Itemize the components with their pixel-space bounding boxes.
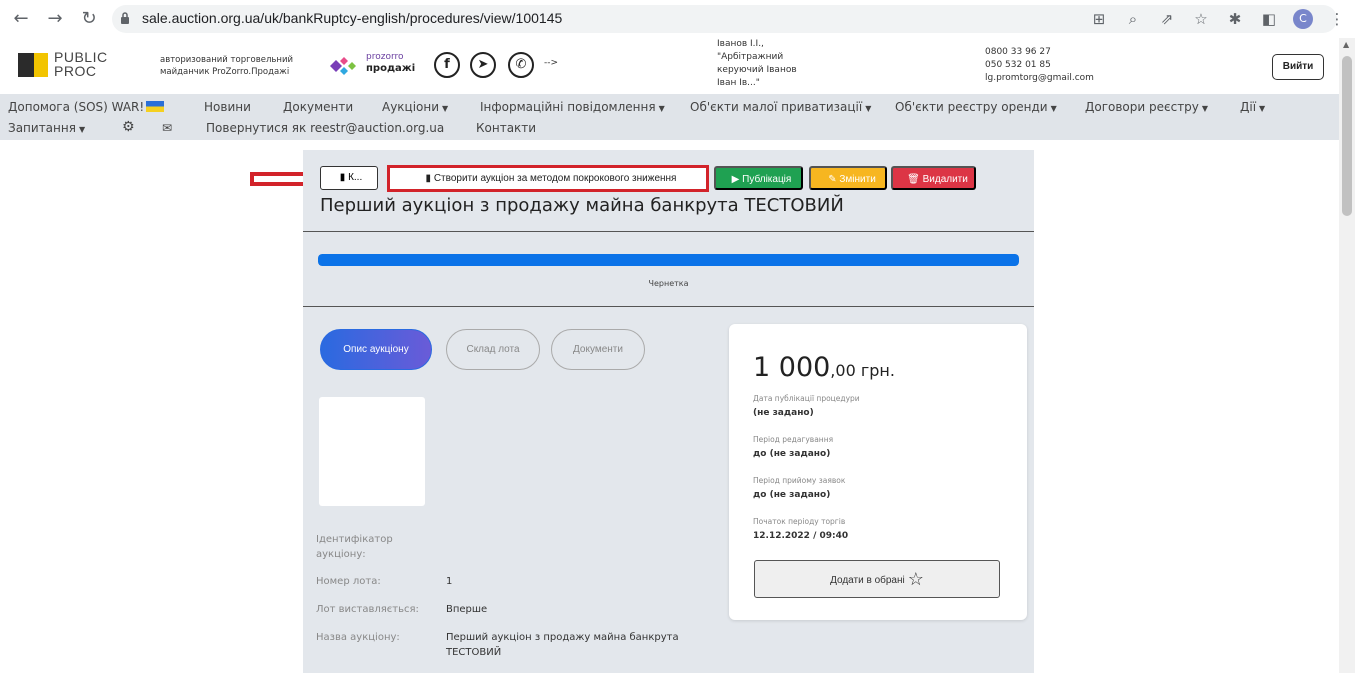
nav-return[interactable]: Повернутися як reestr@auction.org.ua [206, 121, 444, 135]
nav-documents[interactable]: Документи [283, 100, 353, 114]
gear-icon[interactable]: ⚙ [122, 119, 135, 135]
divider [303, 306, 1034, 307]
caret-down-icon: ▼ [1050, 104, 1057, 113]
start-price: 1 000,00 грн. [753, 352, 895, 383]
caret-down-icon: ▼ [658, 104, 665, 113]
page-scrollbar[interactable]: ▲ [1339, 38, 1355, 673]
nav-contacts[interactable]: Контакти [476, 121, 536, 135]
caret-down-icon: ▼ [442, 104, 449, 113]
play-icon: ▶ [731, 174, 740, 185]
header-contacts: 0800 33 96 27 050 532 01 85 lg.promtorg@… [985, 47, 1094, 83]
lot-number-label: Номер лота: [316, 576, 381, 587]
scroll-up-icon[interactable]: ▲ [1343, 40, 1349, 49]
viber-icon[interactable]: ✆ [508, 52, 534, 78]
copy-icon: ▮ [339, 172, 346, 183]
nav-info[interactable]: Інформаційні повідомлення ▼ [480, 100, 665, 114]
auction-image [319, 397, 425, 506]
nav-requests[interactable]: Запитання ▼ [8, 121, 85, 135]
page-title: Перший аукціон з продажу майна банкрута … [320, 195, 844, 216]
envelope-icon[interactable]: ✉ [162, 121, 172, 135]
tab-documents[interactable]: Документи [551, 329, 645, 370]
share-icon[interactable]: ⇗ [1157, 9, 1177, 29]
status-label: Чернетка [648, 279, 689, 288]
copy-icon: ▮ [425, 173, 432, 184]
extensions-icon[interactable]: ✱ [1225, 9, 1245, 29]
caret-down-icon: ▼ [865, 104, 872, 113]
trade-start-value: 12.12.2022 / 09:40 [753, 531, 849, 541]
logo-text[interactable]: PUBLIC PROC [54, 50, 108, 78]
caret-down-icon: ▼ [1201, 104, 1209, 113]
trade-start-label: Початок періоду торгів [753, 517, 846, 526]
publicproc-logo-icon[interactable] [18, 53, 48, 77]
caret-down-icon: ▼ [78, 125, 86, 134]
divider [303, 231, 1034, 232]
star-icon: ☆ [907, 569, 924, 589]
edit-period-label: Період редагування [753, 435, 834, 444]
star-bookmark-icon[interactable]: ☆ [1191, 9, 1211, 29]
prozorro-text[interactable]: prozorro продажі [366, 52, 415, 75]
nav-help[interactable]: Допомога (SOS) WAR! [8, 100, 165, 114]
edit-button[interactable]: ✎ Змінити [809, 166, 887, 190]
delete-button[interactable]: 🗑 Видалити [891, 166, 976, 190]
back-arrow-icon[interactable]: ← [10, 8, 32, 30]
caret-down-icon: ▼ [1259, 104, 1266, 113]
profile-avatar[interactable]: C [1293, 9, 1313, 29]
pub-date-value: (не задано) [753, 408, 814, 418]
pub-date-label: Дата публікації процедури [753, 394, 860, 403]
logout-button[interactable]: Вийти [1272, 54, 1324, 80]
nav-auctions[interactable]: Аукціони ▼ [382, 100, 448, 114]
ukraine-flag-icon [146, 101, 165, 112]
edit-icon: ✎ [828, 174, 837, 185]
sidepanel-icon[interactable]: ◧ [1259, 9, 1279, 29]
translate-icon[interactable]: ⊞ [1089, 9, 1109, 29]
lot-exposed-value: Вперше [446, 604, 488, 615]
auction-name-value: Перший аукціон з продажу майна банкрута … [446, 632, 679, 658]
auction-name-label: Назва аукціону: [316, 632, 400, 643]
id-label: Ідентифікатор аукціону: [316, 534, 393, 560]
forward-arrow-icon[interactable]: → [44, 8, 66, 30]
bids-period-value: до (не задано) [753, 490, 831, 500]
menu-dots-icon[interactable]: ⋮ [1327, 9, 1347, 29]
price-card: 1 000,00 грн. Дата публікації процедури … [729, 324, 1027, 620]
nav-news[interactable]: Новини [204, 100, 251, 114]
url-text: sale.auction.org.ua/uk/bankRuptcy-englis… [142, 10, 563, 26]
lot-number-value: 1 [446, 576, 453, 587]
authorized-platform-text: авторизований торговельний майданчик Pro… [160, 55, 294, 77]
telegram-icon[interactable]: ➤ [470, 52, 496, 78]
lock-icon [121, 12, 129, 24]
zoom-icon[interactable]: ⌕ [1123, 9, 1143, 29]
tab-lot[interactable]: Склад лота [446, 329, 540, 370]
prozorro-logo-icon[interactable] [326, 55, 364, 77]
user-name[interactable]: Іванов І.І., "Арбітражний керуючий Івано… [717, 38, 847, 90]
status-progress-bar [318, 254, 1019, 266]
create-stepdown-auction-button[interactable]: ▮ Створити аукціон за методом покроковог… [387, 165, 709, 192]
progress-fill [318, 254, 1019, 266]
publish-button[interactable]: ▶ Публікація [714, 166, 803, 190]
scroll-thumb[interactable] [1342, 56, 1352, 216]
main-navigation: Допомога (SOS) WAR! Новини Документи Аук… [0, 94, 1339, 140]
site-header: PUBLIC PROC авторизований торговельний м… [0, 38, 1339, 94]
facebook-icon[interactable]: f [434, 52, 460, 78]
trash-icon: 🗑 [907, 174, 920, 185]
add-favorite-button[interactable]: Додати в обрані ☆ [754, 560, 1000, 598]
nav-privatization[interactable]: Об'єкти малої приватизації ▼ [690, 100, 871, 114]
copy-button[interactable]: ▮ К... [320, 166, 378, 190]
lot-exposed-label: Лот виставляється: [316, 604, 419, 615]
arrow-text: --> [544, 58, 559, 68]
nav-rent[interactable]: Об'єкти реєстру оренди ▼ [895, 100, 1057, 114]
bids-period-label: Період прийому заявок [753, 476, 846, 485]
nav-contracts[interactable]: Договори реєстру ▼ [1085, 100, 1208, 114]
browser-toolbar: ← → ↻ sale.auction.org.ua/uk/bankRuptcy-… [0, 0, 1355, 38]
tab-description[interactable]: Опис аукціону [320, 329, 432, 370]
reload-icon[interactable]: ↻ [78, 8, 100, 30]
auction-panel: ▮ К... ▮ Створити аукціон за методом пок… [303, 150, 1034, 673]
edit-period-value: до (не задано) [753, 449, 831, 459]
nav-actions[interactable]: Дії ▼ [1240, 100, 1265, 114]
